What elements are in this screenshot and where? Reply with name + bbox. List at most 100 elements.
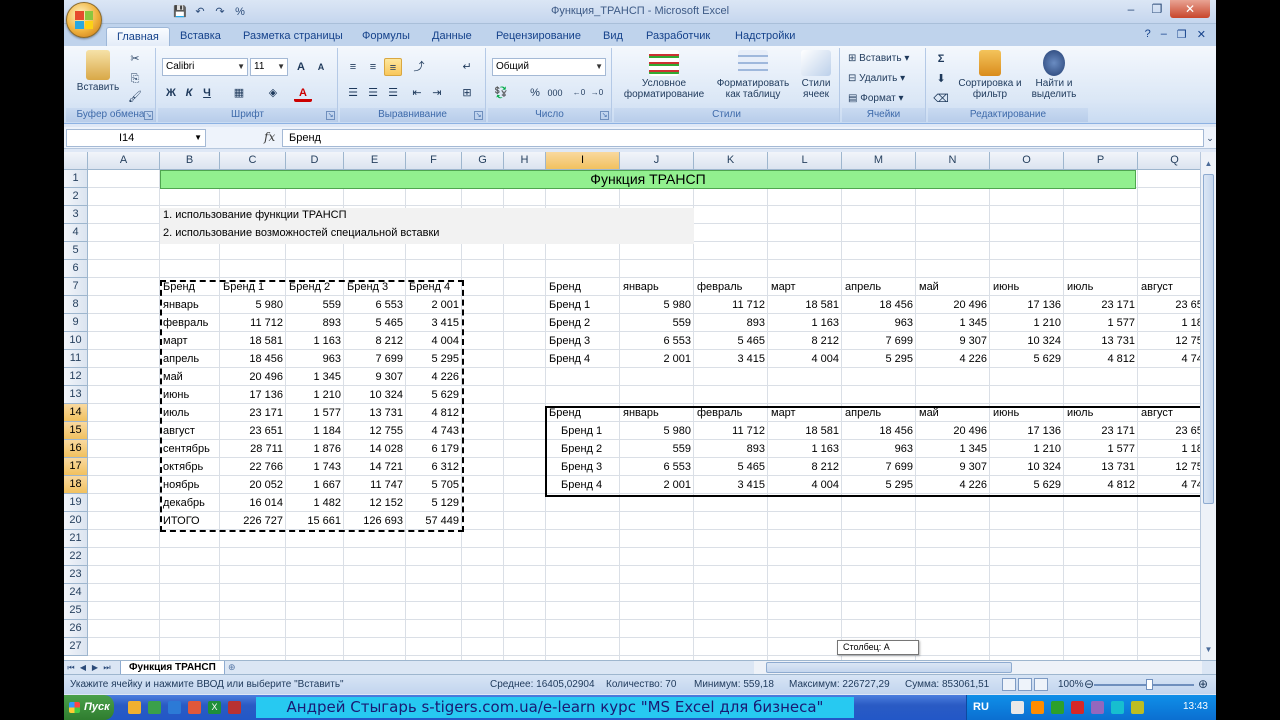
row-header-19[interactable]: 19 <box>64 494 88 512</box>
source-cell[interactable]: 8 212 <box>344 332 406 350</box>
source-cell[interactable]: 5 629 <box>406 386 462 404</box>
pasted-cell[interactable]: 18 581 <box>768 422 842 440</box>
underline-button[interactable]: Ч <box>198 84 216 102</box>
last-sheet-icon[interactable]: ⏭ <box>102 661 112 674</box>
insert-function-icon[interactable]: fx <box>264 130 275 144</box>
row-header-4[interactable]: 4 <box>64 224 88 242</box>
source-cell[interactable]: 6 312 <box>406 458 462 476</box>
doc-restore-icon[interactable]: ❐ <box>1177 28 1187 41</box>
decrease-indent-icon[interactable]: ⇤ <box>408 84 426 102</box>
source-cell[interactable]: 9 307 <box>344 368 406 386</box>
sheet-tab-transp[interactable]: Функция ТРАНСП <box>120 661 225 675</box>
transposed-cell[interactable]: 1 210 <box>990 314 1064 332</box>
source-cell[interactable]: 15 661 <box>286 512 344 530</box>
column-header-N[interactable]: N <box>916 152 990 170</box>
source-cell[interactable]: 12 152 <box>344 494 406 512</box>
thousands-button[interactable]: 000 <box>544 84 566 102</box>
source-cell[interactable]: 3 415 <box>406 314 462 332</box>
source-cell[interactable]: 14 721 <box>344 458 406 476</box>
row-header-13[interactable]: 13 <box>64 386 88 404</box>
pasted-header-cell[interactable]: апрель <box>842 404 916 422</box>
row-header-8[interactable]: 8 <box>64 296 88 314</box>
quicklaunch-icon[interactable] <box>168 701 181 714</box>
pasted-cell[interactable]: 2 001 <box>620 476 694 494</box>
pasted-cell[interactable]: Бренд 1 <box>558 422 620 440</box>
source-cell[interactable]: 5 465 <box>344 314 406 332</box>
grow-font-button[interactable]: A <box>292 58 310 76</box>
note-1[interactable]: 1. использование функции ТРАНСП <box>160 206 347 224</box>
column-header-H[interactable]: H <box>504 152 546 170</box>
source-cell[interactable]: 20 052 <box>220 476 286 494</box>
transposed-cell[interactable]: 5 295 <box>842 350 916 368</box>
pasted-header-cell[interactable]: март <box>768 404 842 422</box>
source-cell[interactable]: 13 731 <box>344 404 406 422</box>
page-break-view-icon[interactable] <box>1034 678 1048 691</box>
column-header-A[interactable]: A <box>88 152 160 170</box>
transposed-cell[interactable]: 1 184 <box>1138 314 1200 332</box>
transposed-cell[interactable]: 23 171 <box>1064 296 1138 314</box>
transposed-cell[interactable]: 1 577 <box>1064 314 1138 332</box>
zoom-in-icon[interactable]: ⊕ <box>1198 677 1208 691</box>
column-header-I[interactable]: I <box>546 152 620 170</box>
increase-indent-icon[interactable]: ⇥ <box>428 84 446 102</box>
transposed-cell[interactable]: 17 136 <box>990 296 1064 314</box>
row-header-24[interactable]: 24 <box>64 584 88 602</box>
column-header-F[interactable]: F <box>406 152 462 170</box>
zoom-slider[interactable] <box>1094 684 1194 686</box>
transposed-cell[interactable]: 5 980 <box>620 296 694 314</box>
transposed-cell[interactable]: 5 629 <box>990 350 1064 368</box>
pasted-cell[interactable]: 1 577 <box>1064 440 1138 458</box>
pasted-cell[interactable]: 3 415 <box>694 476 768 494</box>
pasted-cell[interactable]: 7 699 <box>842 458 916 476</box>
source-cell[interactable]: 1 667 <box>286 476 344 494</box>
note-2[interactable]: 2. использование возможностей специально… <box>160 224 439 242</box>
pasted-cell[interactable]: 5 980 <box>620 422 694 440</box>
row-header-9[interactable]: 9 <box>64 314 88 332</box>
pasted-header-cell[interactable]: май <box>916 404 990 422</box>
format-cells-button[interactable]: ▤ Формат ▾ <box>848 90 904 108</box>
doc-minimize-icon[interactable]: – <box>1161 28 1167 41</box>
tab-data[interactable]: Данные <box>422 27 482 46</box>
pasted-cell[interactable]: Бренд 4 <box>558 476 620 494</box>
column-header-Q[interactable]: Q <box>1138 152 1200 170</box>
source-header-cell[interactable]: Бренд 3 <box>344 278 406 296</box>
source-cell[interactable]: 10 324 <box>344 386 406 404</box>
source-header-cell[interactable]: Бренд 1 <box>220 278 286 296</box>
source-cell[interactable]: 5 980 <box>220 296 286 314</box>
formula-input[interactable]: Бренд <box>282 129 1204 147</box>
horizontal-scroll-thumb[interactable] <box>766 662 1012 673</box>
column-header-G[interactable]: G <box>462 152 504 170</box>
sheet-title[interactable]: Функция ТРАНСП <box>160 170 1136 189</box>
pasted-cell[interactable]: 23 651 <box>1138 422 1200 440</box>
source-cell[interactable]: 5 705 <box>406 476 462 494</box>
tab-developer[interactable]: Разработчик <box>636 27 720 46</box>
pasted-cell[interactable]: 17 136 <box>990 422 1064 440</box>
row-header-22[interactable]: 22 <box>64 548 88 566</box>
row-header-25[interactable]: 25 <box>64 602 88 620</box>
source-cell[interactable]: ноябрь <box>160 476 220 494</box>
page-layout-view-icon[interactable] <box>1018 678 1032 691</box>
pasted-cell[interactable]: 893 <box>694 440 768 458</box>
tray-icon[interactable] <box>1131 701 1144 714</box>
tray-icon[interactable] <box>1051 701 1064 714</box>
format-painter-icon[interactable]: 🖌 <box>126 88 144 106</box>
transposed-cell[interactable]: 8 212 <box>768 332 842 350</box>
align-center-icon[interactable]: ☰ <box>364 84 382 102</box>
row-header-15[interactable]: 15 <box>64 422 88 440</box>
transposed-cell[interactable]: 1 345 <box>916 314 990 332</box>
pasted-header-cell[interactable]: Бренд <box>546 404 620 422</box>
transposed-cell[interactable]: 4 226 <box>916 350 990 368</box>
source-cell[interactable]: 5 129 <box>406 494 462 512</box>
tab-home[interactable]: Главная <box>106 27 170 46</box>
transposed-cell[interactable]: 18 581 <box>768 296 842 314</box>
pasted-cell[interactable]: 4 004 <box>768 476 842 494</box>
column-header-O[interactable]: O <box>990 152 1064 170</box>
start-button[interactable]: Пуск <box>64 695 114 720</box>
pasted-cell[interactable]: 1 210 <box>990 440 1064 458</box>
sort-filter-button[interactable]: Сортировка и фильтр <box>958 50 1022 100</box>
source-cell[interactable]: 1 163 <box>286 332 344 350</box>
transposed-header-cell[interactable]: май <box>916 278 990 296</box>
transposed-cell[interactable]: 9 307 <box>916 332 990 350</box>
source-cell[interactable]: 1 210 <box>286 386 344 404</box>
source-cell[interactable]: 1 184 <box>286 422 344 440</box>
